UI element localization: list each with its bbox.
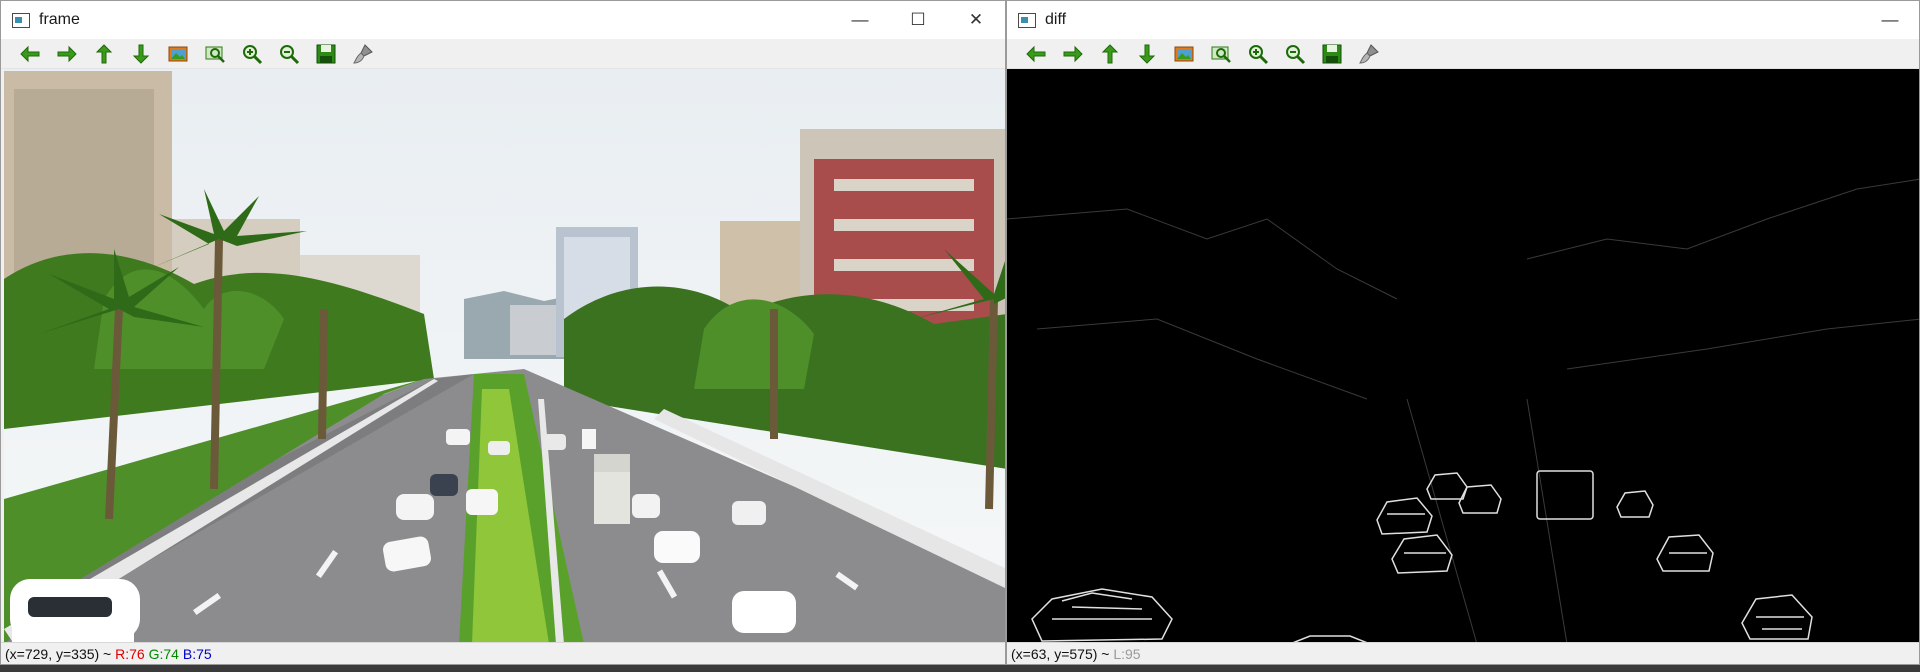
zoom-rect-icon	[204, 45, 225, 63]
zoom-original-button[interactable]	[159, 41, 196, 67]
zoom-original-button[interactable]	[1165, 41, 1202, 67]
zoom-out-button[interactable]	[270, 41, 307, 67]
arrow-down-icon	[1139, 44, 1154, 63]
pan-right-button[interactable]	[1054, 41, 1091, 67]
save-button[interactable]	[307, 41, 344, 67]
arrow-up-icon	[96, 44, 111, 63]
pan-left-button[interactable]	[1017, 41, 1054, 67]
zoom-in-button[interactable]	[233, 41, 270, 67]
arrow-right-icon	[1063, 46, 1082, 61]
desktop-background	[0, 665, 1920, 672]
minimize-button[interactable]: —	[1861, 1, 1919, 39]
zoom-fit-button[interactable]	[1202, 41, 1239, 67]
window-app-icon	[12, 12, 30, 28]
zoom-rect-icon	[1210, 45, 1231, 63]
close-button[interactable]: ✕	[947, 1, 1005, 39]
pan-up-button[interactable]	[1091, 41, 1128, 67]
pixel-green-value: G:74	[148, 645, 179, 662]
difference-image	[1007, 69, 1919, 644]
image-icon	[168, 46, 187, 61]
window-app-icon	[1018, 12, 1036, 28]
properties-button[interactable]	[1350, 41, 1387, 67]
cursor-coordinates: (x=63, y=575) ~	[1011, 645, 1110, 662]
minimize-button[interactable]: —	[831, 1, 889, 39]
diff-status-bar: (x=63, y=575) ~ L:95	[1007, 642, 1919, 664]
save-button[interactable]	[1313, 41, 1350, 67]
properties-button[interactable]	[344, 41, 381, 67]
frame-toolbar	[1, 39, 1005, 69]
diff-image-canvas[interactable]	[1007, 69, 1919, 644]
pixel-red-value: R:76	[115, 645, 145, 662]
arrow-left-icon	[20, 46, 39, 61]
pan-down-button[interactable]	[122, 41, 159, 67]
cursor-coordinates: (x=729, y=335) ~	[5, 645, 112, 662]
pixel-luminance-value: L:95	[1113, 645, 1141, 662]
maximize-button[interactable]: ☐	[889, 1, 947, 39]
brush-icon	[1359, 44, 1378, 63]
pan-left-button[interactable]	[11, 41, 48, 67]
brush-icon	[353, 44, 372, 63]
zoom-out-button[interactable]	[1276, 41, 1313, 67]
diff-titlebar[interactable]: diff —	[1007, 1, 1919, 39]
window-controls: —	[1861, 1, 1919, 39]
image-icon	[1174, 46, 1193, 61]
save-icon	[1322, 44, 1341, 63]
pan-down-button[interactable]	[1128, 41, 1165, 67]
zoom-in-icon	[1248, 44, 1268, 64]
zoom-in-icon	[242, 44, 262, 64]
diff-window: diff — (x=63, y=575) ~ L:95	[1006, 0, 1920, 665]
diff-toolbar	[1007, 39, 1919, 69]
window-title: diff	[1045, 11, 1067, 28]
zoom-out-icon	[1285, 44, 1305, 64]
arrow-left-icon	[1026, 46, 1045, 61]
frame-window: frame — ☐ ✕ (x=729, y=335) ~ R:76 G:74 B…	[0, 0, 1006, 665]
pixel-blue-value: B:75	[182, 645, 212, 662]
window-controls: — ☐ ✕	[831, 1, 1005, 39]
zoom-in-button[interactable]	[1239, 41, 1276, 67]
frame-titlebar[interactable]: frame — ☐ ✕	[1, 1, 1005, 39]
frame-status-bar: (x=729, y=335) ~ R:76 G:74 B:75	[1, 642, 1005, 664]
pan-up-button[interactable]	[85, 41, 122, 67]
street-scene-image	[4, 69, 1005, 644]
window-title: frame	[39, 11, 80, 28]
zoom-fit-button[interactable]	[196, 41, 233, 67]
pan-right-button[interactable]	[48, 41, 85, 67]
frame-image-canvas[interactable]	[4, 69, 1005, 644]
zoom-out-icon	[279, 44, 299, 64]
arrow-right-icon	[57, 46, 76, 61]
arrow-down-icon	[133, 44, 148, 63]
save-icon	[316, 44, 335, 63]
arrow-up-icon	[1102, 44, 1117, 63]
